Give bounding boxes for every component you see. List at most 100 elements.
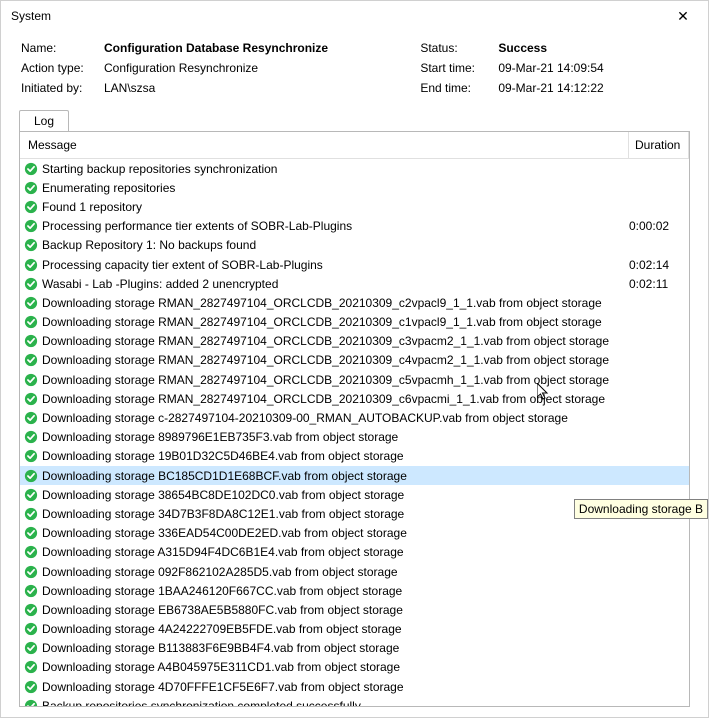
log-row[interactable]: Downloading storage 092F862102A285D5.vab…: [20, 562, 689, 581]
success-icon: [24, 526, 38, 540]
log-duration: 0:02:14: [629, 258, 689, 272]
log-message: Downloading storage RMAN_2827497104_ORCL…: [42, 353, 609, 367]
close-button[interactable]: ✕: [668, 8, 698, 25]
log-row[interactable]: Backup Repository 1: No backups found: [20, 236, 689, 255]
log-row[interactable]: Downloading storage 4A24222709EB5FDE.vab…: [20, 620, 689, 639]
log-message: Enumerating repositories: [42, 181, 175, 195]
log-message: Downloading storage A4B045975E311CD1.vab…: [42, 660, 400, 674]
log-row[interactable]: Downloading storage RMAN_2827497104_ORCL…: [20, 351, 689, 370]
log-row[interactable]: Downloading storage A4B045975E311CD1.vab…: [20, 658, 689, 677]
log-panel: Message Duration Starting backup reposit…: [19, 131, 690, 707]
log-message: Downloading storage RMAN_2827497104_ORCL…: [42, 392, 605, 406]
log-message: Downloading storage 34D7B3F8DA8C12E1.vab…: [42, 507, 404, 521]
job-info: Name: Configuration Database Resynchroni…: [1, 29, 708, 109]
log-row[interactable]: Downloading storage EB6738AE5B5880FC.vab…: [20, 600, 689, 619]
success-icon: [24, 258, 38, 272]
success-icon: [24, 507, 38, 521]
success-icon: [24, 699, 38, 707]
log-row[interactable]: Processing performance tier extents of S…: [20, 217, 689, 236]
success-icon: [24, 162, 38, 176]
log-message: Downloading storage EB6738AE5B5880FC.vab…: [42, 603, 403, 617]
success-icon: [24, 181, 38, 195]
log-message: Downloading storage 8989796E1EB735F3.vab…: [42, 430, 398, 444]
end-value: 09-Mar-21 14:12:22: [498, 81, 688, 95]
log-duration: 0:02:11: [629, 277, 689, 291]
log-message: Downloading storage 19B01D32C5D46BE4.vab…: [42, 449, 404, 463]
start-label: Start time:: [420, 61, 490, 75]
name-value: Configuration Database Resynchronize: [104, 41, 412, 55]
window-title: System: [11, 9, 51, 23]
log-message: Downloading storage 092F862102A285D5.vab…: [42, 565, 398, 579]
log-row[interactable]: Downloading storage 4D70FFFE1CF5E6F7.vab…: [20, 677, 689, 696]
log-row[interactable]: Downloading storage RMAN_2827497104_ORCL…: [20, 313, 689, 332]
log-row[interactable]: Downloading storage 336EAD54C00DE2ED.vab…: [20, 524, 689, 543]
log-message: Downloading storage A315D94F4DC6B1E4.vab…: [42, 545, 404, 559]
log-message: Backup Repository 1: No backups found: [42, 238, 256, 252]
log-row[interactable]: Wasabi - Lab -Plugins: added 2 unencrypt…: [20, 274, 689, 293]
start-value: 09-Mar-21 14:09:54: [498, 61, 688, 75]
success-icon: [24, 334, 38, 348]
success-icon: [24, 353, 38, 367]
success-icon: [24, 411, 38, 425]
log-message: Downloading storage BC185CD1D1E68BCF.vab…: [42, 469, 407, 483]
log-message: Downloading storage RMAN_2827497104_ORCL…: [42, 315, 602, 329]
tooltip: Downloading storage B: [574, 499, 708, 519]
log-message: Downloading storage 38654BC8DE102DC0.vab…: [42, 488, 404, 502]
success-icon: [24, 315, 38, 329]
log-row[interactable]: Downloading storage 8989796E1EB735F3.vab…: [20, 428, 689, 447]
success-icon: [24, 622, 38, 636]
log-message: Wasabi - Lab -Plugins: added 2 unencrypt…: [42, 277, 278, 291]
log-row[interactable]: Downloading storage RMAN_2827497104_ORCL…: [20, 389, 689, 408]
log-message: Found 1 repository: [42, 200, 142, 214]
log-duration: 0:00:02: [629, 219, 689, 233]
log-message: Downloading storage 1BAA246120F667CC.vab…: [42, 584, 402, 598]
log-message: Downloading storage RMAN_2827497104_ORCL…: [42, 334, 609, 348]
success-icon: [24, 373, 38, 387]
log-row[interactable]: Downloading storage 1BAA246120F667CC.vab…: [20, 581, 689, 600]
log-message: Backup repositories synchronization comp…: [42, 699, 361, 707]
init-value: LAN\szsa: [104, 81, 412, 95]
success-icon: [24, 603, 38, 617]
success-icon: [24, 449, 38, 463]
log-row[interactable]: Downloading storage c-2827497104-2021030…: [20, 408, 689, 427]
success-icon: [24, 219, 38, 233]
log-message: Downloading storage RMAN_2827497104_ORCL…: [42, 296, 602, 310]
log-message: Starting backup repositories synchroniza…: [42, 162, 277, 176]
log-message: Downloading storage 4D70FFFE1CF5E6F7.vab…: [42, 680, 404, 694]
success-icon: [24, 469, 38, 483]
log-row[interactable]: Backup repositories synchronization comp…: [20, 696, 689, 707]
success-icon: [24, 238, 38, 252]
name-label: Name:: [21, 41, 96, 55]
log-row[interactable]: Downloading storage RMAN_2827497104_ORCL…: [20, 293, 689, 312]
column-message[interactable]: Message: [20, 132, 629, 158]
log-message: Downloading storage 336EAD54C00DE2ED.vab…: [42, 526, 407, 540]
success-icon: [24, 430, 38, 444]
log-row[interactable]: Downloading storage RMAN_2827497104_ORCL…: [20, 332, 689, 351]
log-message: Downloading storage B113883F6E9BB4F4.vab…: [42, 641, 399, 655]
success-icon: [24, 392, 38, 406]
success-icon: [24, 680, 38, 694]
log-message: Downloading storage c-2827497104-2021030…: [42, 411, 568, 425]
log-message: Downloading storage 4A24222709EB5FDE.vab…: [42, 622, 402, 636]
action-label: Action type:: [21, 61, 96, 75]
log-row[interactable]: Downloading storage 19B01D32C5D46BE4.vab…: [20, 447, 689, 466]
log-row[interactable]: Starting backup repositories synchroniza…: [20, 159, 689, 178]
log-row[interactable]: Downloading storage A315D94F4DC6B1E4.vab…: [20, 543, 689, 562]
log-row[interactable]: Processing capacity tier extent of SOBR-…: [20, 255, 689, 274]
action-value: Configuration Resynchronize: [104, 61, 412, 75]
tab-log[interactable]: Log: [19, 110, 69, 131]
success-icon: [24, 200, 38, 214]
log-row[interactable]: Downloading storage BC185CD1D1E68BCF.vab…: [20, 466, 689, 485]
log-row[interactable]: Enumerating repositories: [20, 178, 689, 197]
success-icon: [24, 296, 38, 310]
log-row[interactable]: Downloading storage B113883F6E9BB4F4.vab…: [20, 639, 689, 658]
column-duration[interactable]: Duration: [629, 132, 689, 158]
init-label: Initiated by:: [21, 81, 96, 95]
success-icon: [24, 545, 38, 559]
log-row[interactable]: Found 1 repository: [20, 197, 689, 216]
log-header: Message Duration: [20, 132, 689, 159]
success-icon: [24, 277, 38, 291]
log-message: Processing capacity tier extent of SOBR-…: [42, 258, 323, 272]
log-message: Downloading storage RMAN_2827497104_ORCL…: [42, 373, 609, 387]
log-row[interactable]: Downloading storage RMAN_2827497104_ORCL…: [20, 370, 689, 389]
